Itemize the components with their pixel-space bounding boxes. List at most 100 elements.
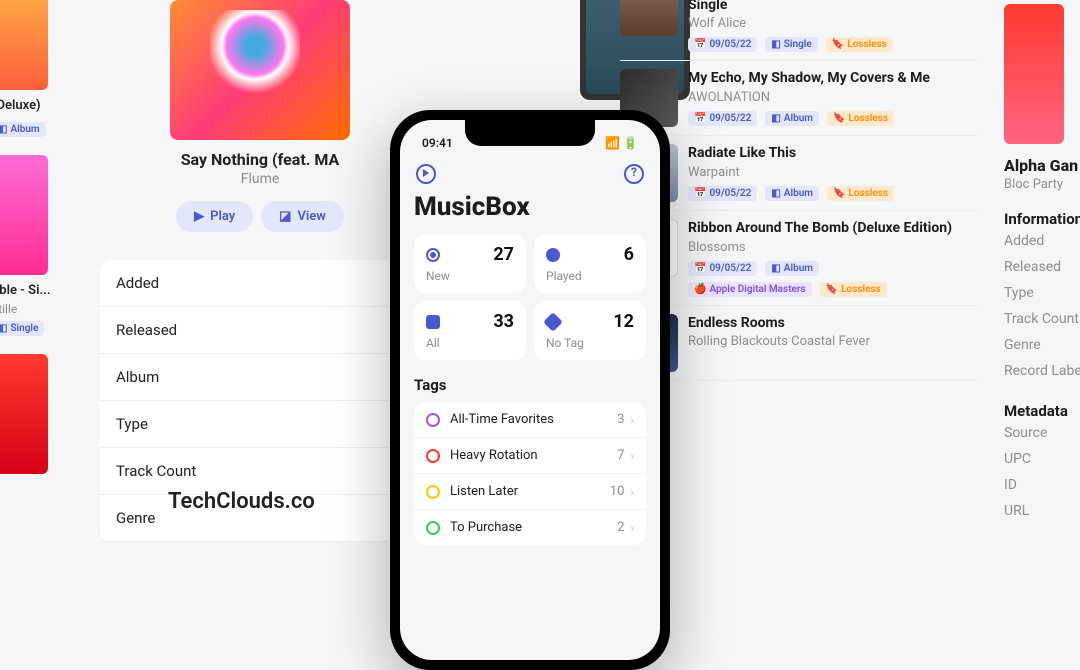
track-title: My Echo, My Shadow, My Covers & Me <box>688 69 980 87</box>
album-tile-artist: stille <box>0 302 52 316</box>
meta-row: Genre <box>1004 332 1080 358</box>
wifi-icon: 📶 <box>605 136 620 150</box>
meta-row: Added <box>1004 228 1080 254</box>
track-title: Endless Rooms <box>688 314 980 332</box>
detail-artwork[interactable] <box>1004 4 1064 144</box>
play-button[interactable]: ▶ Play <box>176 201 253 232</box>
lossless-badge: 🔖 Lossless <box>827 186 894 201</box>
meta-row: Source <box>1004 420 1080 446</box>
battery-icon: 🔋 <box>623 136 638 150</box>
album-tile-label: (Deluxe) <box>0 98 52 113</box>
type-badge: ◧ Album <box>765 111 819 126</box>
type-badge: ◧ Album <box>765 261 819 276</box>
track-row[interactable]: The Last Man On Earth (Lullaby Version) … <box>620 0 980 61</box>
tag-icon <box>426 521 440 535</box>
chevron-right-icon: › <box>630 521 634 535</box>
new-icon <box>426 248 440 262</box>
album-tile-label: uble - Si... <box>0 283 52 298</box>
album-tile[interactable] <box>0 354 48 474</box>
meta-row: Released <box>1004 254 1080 280</box>
tags-header: Tags <box>414 376 646 394</box>
phone-notch <box>465 120 595 146</box>
meta-row: ID <box>1004 472 1080 498</box>
album-tile[interactable] <box>0 0 48 90</box>
center-album-panel: Say Nothing (feat. MA Flume ▶ Play ◪ Vie… <box>100 0 420 542</box>
tag-row-later[interactable]: Listen Later10› <box>414 474 646 510</box>
track-title: Ribbon Around The Bomb (Deluxe Edition) <box>688 219 980 237</box>
track-artist: Rolling Blackouts Coastal Fever <box>688 334 980 349</box>
track-row[interactable]: Endless Rooms Rolling Blackouts Coastal … <box>620 306 980 381</box>
date-badge: 📅 09/05/22 <box>688 261 757 276</box>
type-badge: ◧ Album <box>765 186 819 201</box>
lossless-badge: 🔖 Lossless <box>826 37 893 52</box>
album-title: Say Nothing (feat. MA <box>100 150 420 169</box>
chevron-right-icon: › <box>630 485 634 499</box>
album-artist: Flume <box>100 171 420 187</box>
type-badge: ◧ Single <box>765 37 817 52</box>
track-artist: Wolf Alice <box>688 16 980 31</box>
track-row[interactable]: My Echo, My Shadow, My Covers & Me AWOLN… <box>620 61 980 136</box>
info-row-album[interactable]: Album <box>100 354 420 401</box>
tag-icon <box>426 449 440 463</box>
stat-label: No Tag <box>546 336 634 350</box>
meta-row: Record Label <box>1004 358 1080 384</box>
date-badge: 📅 09/05/22 <box>688 111 757 126</box>
single-badge: ◧ Single <box>0 321 44 336</box>
track-row[interactable]: Ribbon Around The Bomb (Deluxe Edition) … <box>620 211 980 305</box>
date-badge: 📅 09/05/22 <box>688 37 757 52</box>
info-row-added[interactable]: Added <box>100 260 420 307</box>
stat-card-notag[interactable]: 12 No Tag <box>534 301 646 360</box>
stat-card-all[interactable]: 33 All <box>414 301 526 360</box>
left-album-column: (Deluxe) ◧ Album uble - Si... stille ◧ S… <box>0 0 52 482</box>
track-row[interactable]: Radiate Like This Warpaint 📅 09/05/22 ◧ … <box>620 136 980 211</box>
tag-icon <box>426 413 440 427</box>
notag-icon <box>543 312 563 332</box>
track-artwork <box>620 0 678 36</box>
all-icon <box>426 315 440 329</box>
info-header: Information <box>1004 210 1080 228</box>
track-artist: Warpaint <box>688 165 980 180</box>
album-tile[interactable] <box>0 155 48 275</box>
track-artist: AWOLNATION <box>688 90 980 105</box>
track-title: The Last Man On Earth (Lullaby Version) … <box>688 0 980 14</box>
chevron-right-icon: › <box>630 449 634 463</box>
stat-card-played[interactable]: 6 Played <box>534 234 646 293</box>
info-row-released[interactable]: Released <box>100 307 420 354</box>
lossless-badge: 🔖 Lossless <box>820 282 887 297</box>
adm-badge: 🍎 Apple Digital Masters <box>688 282 812 297</box>
meta-row: UPC <box>1004 446 1080 472</box>
meta-row: Type <box>1004 280 1080 306</box>
track-artist: Blossoms <box>688 240 980 255</box>
track-list-panel: The Last Man On Earth (Lullaby Version) … <box>620 0 980 381</box>
tag-row-rotation[interactable]: Heavy Rotation7› <box>414 438 646 474</box>
watermark: TechClouds.co <box>168 489 315 514</box>
tags-list: All-Time Favorites3› Heavy Rotation7› Li… <box>414 402 646 545</box>
status-time: 09:41 <box>422 136 453 150</box>
metadata-header: Metadata <box>1004 402 1080 420</box>
stat-label: All <box>426 336 514 350</box>
right-detail-panel: Alpha Gan Bloc Party Information Added R… <box>1000 0 1080 528</box>
album-artwork[interactable] <box>170 0 350 140</box>
help-icon[interactable] <box>624 164 644 184</box>
view-button[interactable]: ◪ View <box>261 201 344 232</box>
stat-label: New <box>426 269 514 283</box>
meta-row: Track Count <box>1004 306 1080 332</box>
chevron-right-icon: › <box>630 413 634 427</box>
app-title: MusicBox <box>414 192 646 222</box>
stat-label: Played <box>546 269 634 283</box>
stat-card-new[interactable]: 27 New <box>414 234 526 293</box>
date-badge: 📅 09/05/22 <box>688 186 757 201</box>
lossless-badge: 🔖 Lossless <box>827 111 894 126</box>
info-row-track-count[interactable]: Track Count <box>100 448 420 495</box>
played-icon <box>546 248 560 262</box>
detail-title: Alpha Gan <box>1004 156 1080 175</box>
detail-artist: Bloc Party <box>1004 177 1080 192</box>
tag-row-favorites[interactable]: All-Time Favorites3› <box>414 402 646 438</box>
meta-row: URL <box>1004 498 1080 524</box>
track-title: Radiate Like This <box>688 144 980 162</box>
album-badge: ◧ Album <box>0 122 46 137</box>
info-row-type[interactable]: Type <box>100 401 420 448</box>
phone-frame: 09:41 📶 🔋 MusicBox 27 New 6 Played 33 Al… <box>390 110 670 670</box>
tag-icon <box>426 485 440 499</box>
now-playing-icon[interactable] <box>416 164 436 184</box>
